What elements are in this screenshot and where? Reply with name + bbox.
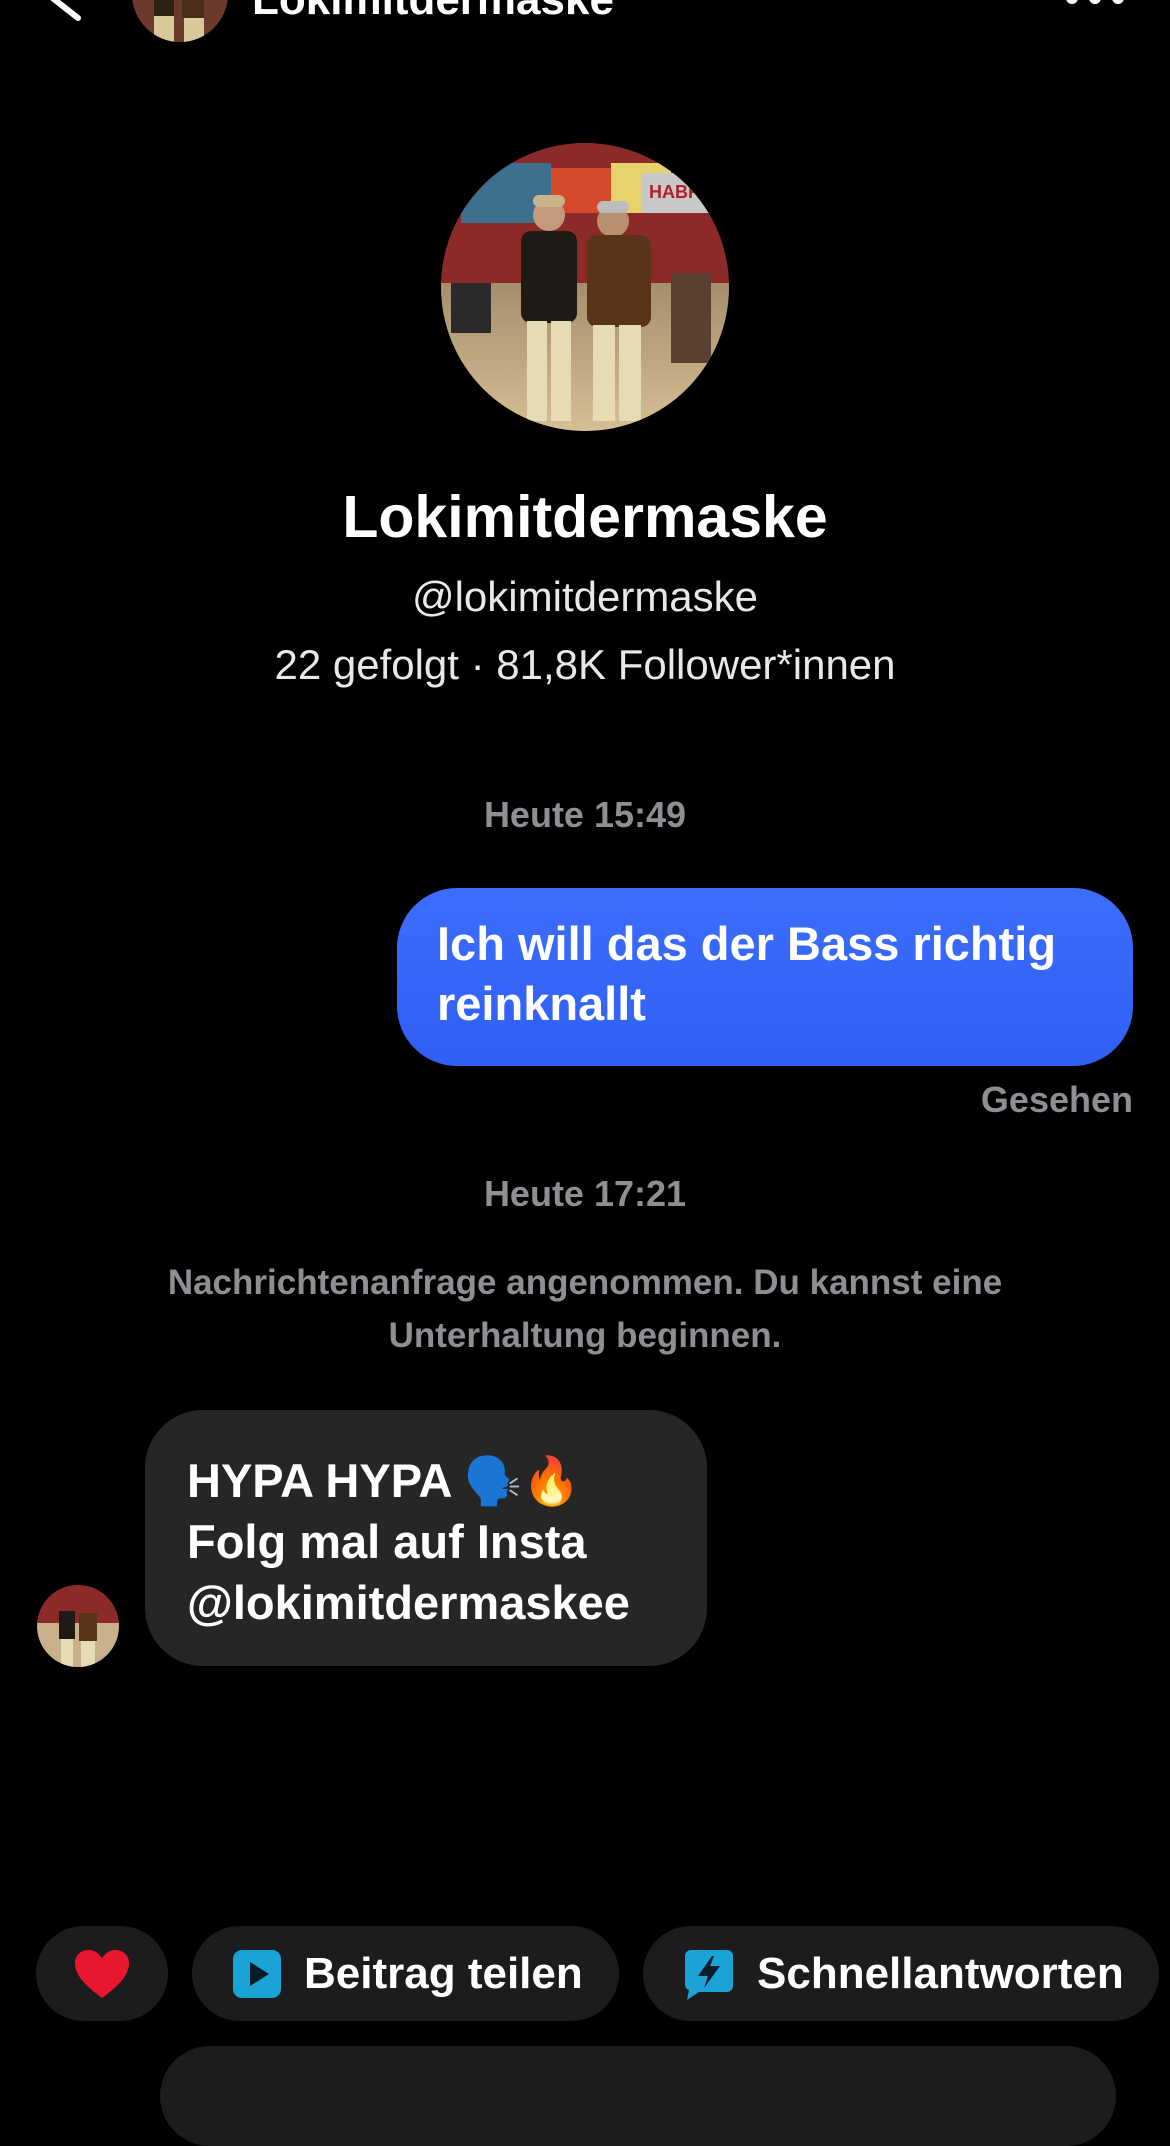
play-square-icon bbox=[233, 1949, 281, 1998]
svg-text:HABRE: HABRE bbox=[649, 182, 713, 202]
profile-avatar[interactable]: HABRE bbox=[441, 143, 729, 431]
timestamp: Heute 17:21 bbox=[483, 1173, 687, 1214]
seen-status: Gesehen bbox=[980, 1079, 1133, 1120]
lightning-bubble-icon bbox=[685, 1949, 733, 2000]
incoming-message-bubble[interactable]: HYPA HYPA 🗣️🔥 Folg mal auf Insta @lokimi… bbox=[145, 1410, 707, 1666]
heart-reaction-button[interactable] bbox=[36, 1926, 168, 2021]
profile-name: Lokimitdermaske bbox=[342, 484, 828, 550]
sender-avatar[interactable] bbox=[37, 1585, 119, 1667]
share-post-label: Beitrag teilen bbox=[304, 1948, 583, 1998]
timestamp: Heute 15:49 bbox=[483, 794, 687, 835]
quick-replies-label: Schnellantworten bbox=[757, 1948, 1124, 1998]
quick-replies-button[interactable]: Schnellantworten bbox=[643, 1926, 1159, 2021]
heart-icon bbox=[75, 1949, 129, 1998]
outgoing-message-bubble[interactable]: Ich will das der Bass richtig reinknallt bbox=[397, 888, 1133, 1066]
message-composer[interactable] bbox=[160, 2046, 1116, 2146]
message-line: Folg mal auf Insta bbox=[187, 1515, 587, 1568]
share-post-button[interactable]: Beitrag teilen bbox=[192, 1926, 619, 2021]
chat-header: Lokimitdermaske bbox=[0, 0, 1170, 52]
back-arrow-icon[interactable] bbox=[38, 0, 98, 26]
more-options-icon[interactable] bbox=[1060, 0, 1130, 12]
header-avatar[interactable] bbox=[132, 0, 228, 42]
message-request-note: Nachrichtenanfrage angenommen. Du kannst… bbox=[167, 1263, 1003, 1355]
message-line: @lokimitdermaskee bbox=[187, 1576, 630, 1629]
message-line: HYPA HYPA 🗣️🔥 bbox=[187, 1454, 581, 1507]
profile-stats: 22 gefolgt · 81,8K Follower*innen bbox=[274, 641, 896, 688]
header-title[interactable]: Lokimitdermaske bbox=[252, 0, 614, 22]
profile-handle: @lokimitdermaske bbox=[411, 573, 759, 620]
